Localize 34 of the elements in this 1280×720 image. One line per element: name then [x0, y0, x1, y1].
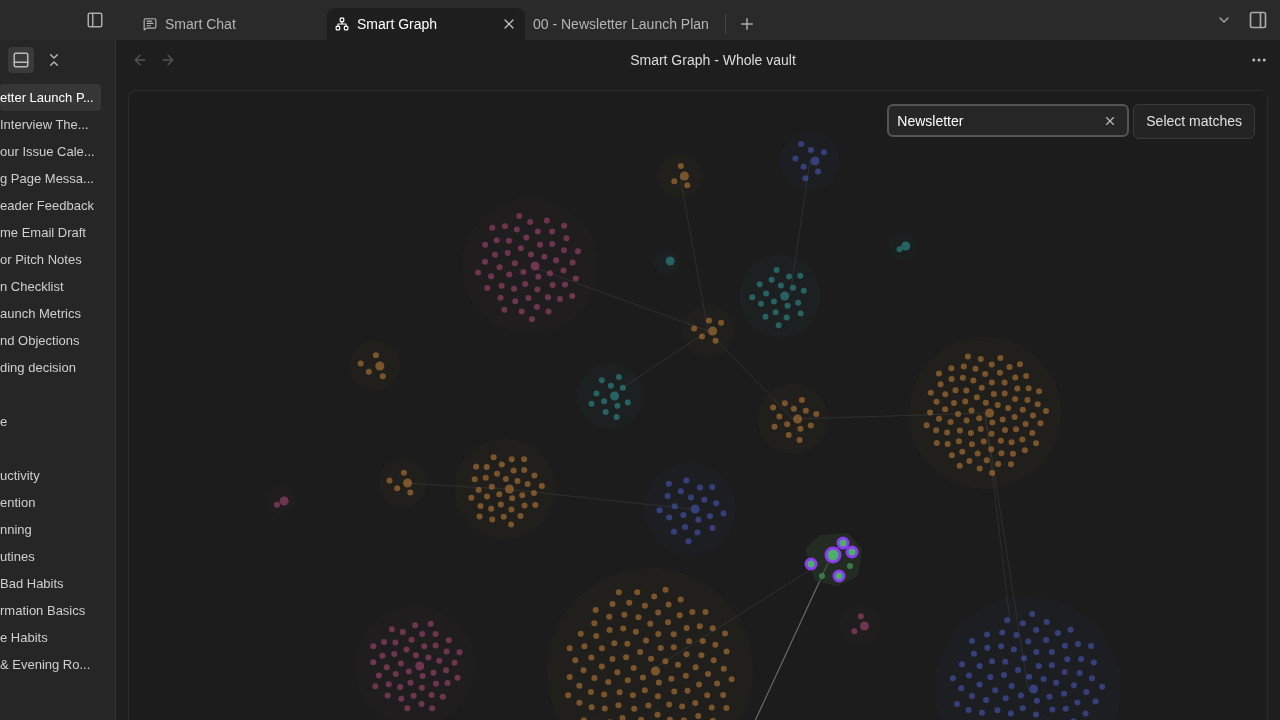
file-item[interactable]: me Email Draft [0, 219, 101, 246]
tab-label: Smart Graph [357, 14, 439, 34]
file-item[interactable]: our Issue Cale... [0, 138, 101, 165]
file-item[interactable]: n Checklist [0, 273, 101, 300]
view-title: Smart Graph - Whole vault [630, 50, 796, 70]
tab-label: 00 - Newsletter Launch Plan [533, 14, 709, 34]
file-item[interactable]: etter Launch P... [0, 84, 101, 111]
file-item[interactable]: ding decision [0, 354, 101, 381]
file-item[interactable]: g Page Messa... [0, 165, 101, 192]
graph-icon [335, 17, 349, 31]
file-item[interactable]: e Habits [0, 624, 101, 651]
file-item[interactable]: e [0, 408, 101, 435]
tab-label: Smart Chat [165, 14, 237, 34]
tab[interactable]: Smart Graph [327, 8, 525, 40]
file-item[interactable]: rmation Basics [0, 597, 101, 624]
file-item[interactable]: eader Feedback [0, 192, 101, 219]
file-item[interactable]: Interview The... [0, 111, 101, 138]
right-sidebar-icon[interactable] [1248, 10, 1268, 30]
file-item[interactable]: ention [0, 489, 101, 516]
tab[interactable]: Smart Chat [135, 8, 327, 40]
file-item[interactable]: uctivity [0, 462, 101, 489]
select-matches-button[interactable]: Select matches [1133, 104, 1255, 139]
file-item[interactable]: utines [0, 543, 101, 570]
search-field[interactable]: Newsletter [887, 104, 1130, 137]
sidebar-toggle-icon[interactable] [86, 11, 104, 29]
file-item[interactable]: aunch Metrics [0, 300, 101, 327]
file-item[interactable]: Bad Habits [0, 570, 101, 597]
file-item[interactable]: or Pitch Notes [0, 246, 101, 273]
tab[interactable]: 00 - Newsletter Launch Plan [525, 8, 717, 40]
chat-icon [143, 17, 157, 31]
file-item[interactable]: & Evening Ro... [0, 651, 101, 678]
file-item[interactable]: nd Objections [0, 327, 101, 354]
panel-icon[interactable] [8, 47, 34, 73]
file-item[interactable]: nning [0, 516, 101, 543]
